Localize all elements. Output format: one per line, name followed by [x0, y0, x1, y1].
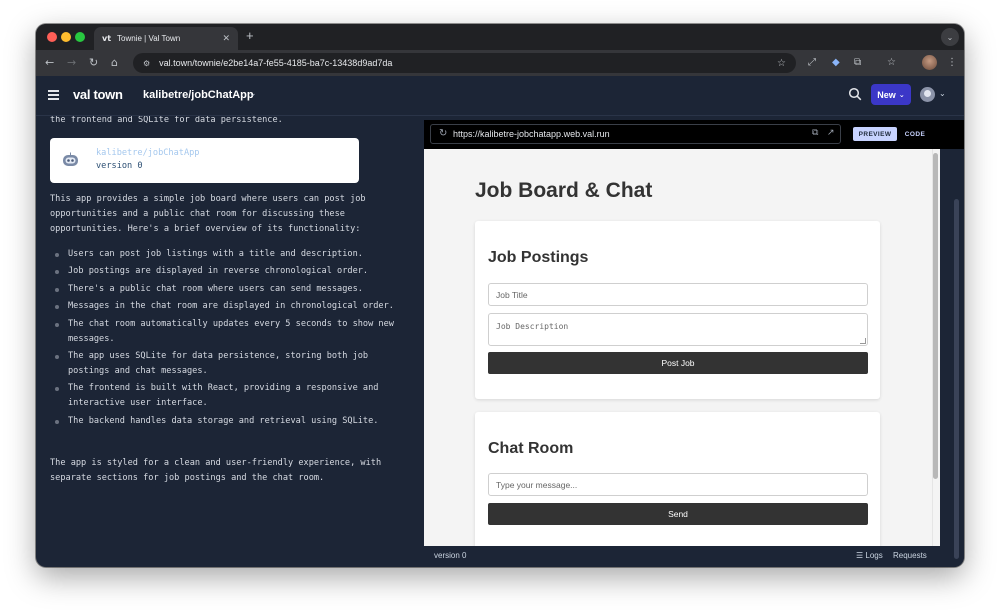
- preview-footer: version 0 ☰ Logs Requests: [424, 546, 964, 567]
- browser-menu-icon[interactable]: ⋮: [947, 56, 957, 70]
- chevron-down-icon[interactable]: ⌄: [249, 89, 257, 99]
- maximize-window-button[interactable]: [75, 32, 85, 42]
- valtown-logo[interactable]: val town: [73, 87, 123, 102]
- back-icon[interactable]: ←: [45, 56, 54, 70]
- list-item: Job postings are displayed in reverse ch…: [50, 264, 395, 279]
- extension-expand-icon[interactable]: ⤢: [808, 56, 816, 70]
- extensions-puzzle-icon[interactable]: ⧉: [854, 56, 861, 70]
- list-item: Messages in the chat room are displayed …: [50, 299, 395, 314]
- townie-chat-panel: the frontend and SQLite for data persist…: [36, 116, 408, 567]
- preview-frame: Job Board & Chat Job Postings Job Title …: [424, 149, 940, 546]
- list-item: Users can post job listings with a title…: [50, 247, 395, 262]
- chat-room-card: Chat Room Type your message... Send: [475, 412, 880, 546]
- job-postings-heading: Job Postings: [488, 249, 589, 266]
- home-icon[interactable]: ⌂: [111, 56, 118, 70]
- external-link-icon[interactable]: ↗: [827, 128, 835, 138]
- project-selector[interactable]: kalibetre/jobChatApp: [143, 89, 254, 101]
- post-job-button[interactable]: Post Job: [488, 352, 868, 374]
- preview-scrollbar-thumb[interactable]: [933, 153, 938, 479]
- close-window-button[interactable]: [47, 32, 57, 42]
- new-button-label: New: [877, 89, 896, 100]
- chat-message-input[interactable]: Type your message...: [488, 473, 868, 496]
- tab-code[interactable]: CODE: [901, 127, 929, 141]
- address-bar[interactable]: ⚙ val.town/townie/e2be14a7-fe55-4185-ba7…: [133, 53, 796, 73]
- browser-profile-avatar[interactable]: [922, 55, 937, 70]
- list-icon: ☰: [856, 551, 864, 560]
- robot-icon: [63, 152, 78, 166]
- bookmarks-icon[interactable]: ☆: [887, 56, 896, 70]
- list-item: There's a public chat room where users c…: [50, 282, 395, 297]
- tab-preview[interactable]: PREVIEW: [853, 127, 897, 141]
- bookmark-star-icon[interactable]: ☆: [777, 58, 786, 69]
- forward-icon[interactable]: →: [67, 56, 76, 70]
- new-button[interactable]: New ⌄: [871, 84, 911, 105]
- copy-icon[interactable]: ⧉: [812, 128, 818, 138]
- chat-outro-paragraph: The app is styled for a clean and user-f…: [50, 458, 382, 483]
- job-description-textarea[interactable]: Job Description: [488, 313, 868, 346]
- favicon-icon: vt: [102, 34, 112, 43]
- reload-icon[interactable]: ↻: [89, 56, 98, 70]
- tab-strip: vt Townie | Val Town ✕ + ⌄: [36, 24, 964, 50]
- extension-shield-icon[interactable]: ◆: [832, 56, 840, 70]
- tab-search-icon[interactable]: ⌄: [941, 28, 959, 46]
- chat-message-text: the frontend and SQLite for data persist…: [50, 116, 283, 125]
- preview-url-bar[interactable]: ↻ https://kalibetre-jobchatapp.web.val.r…: [430, 124, 841, 144]
- minimize-window-button[interactable]: [61, 32, 71, 42]
- logs-label: Logs: [865, 551, 883, 560]
- new-tab-icon[interactable]: +: [246, 29, 254, 43]
- list-item: The app uses SQLite for data persistence…: [50, 349, 395, 379]
- close-tab-icon[interactable]: ✕: [222, 33, 230, 44]
- chevron-down-icon: ⌄: [898, 90, 905, 99]
- feature-list: Users can post job listings with a title…: [50, 247, 395, 431]
- job-postings-card: Job Postings Job Title Job Description P…: [475, 221, 880, 399]
- list-item: The chat room automatically updates ever…: [50, 317, 395, 347]
- list-item: The backend handles data storage and ret…: [50, 414, 395, 429]
- list-item: The frontend is built with React, provid…: [50, 381, 395, 411]
- user-avatar[interactable]: [920, 87, 935, 102]
- resize-handle[interactable]: [860, 338, 866, 344]
- search-icon[interactable]: [848, 87, 862, 101]
- chat-intro-paragraph: This app provides a simple job board whe…: [50, 194, 366, 234]
- tab-title: Townie | Val Town: [117, 34, 181, 43]
- page-scrollbar[interactable]: [954, 199, 959, 559]
- browser-toolbar: ← → ↻ ⌂ ⚙ val.town/townie/e2be14a7-fe55-…: [36, 50, 964, 76]
- page-title: Job Board & Chat: [475, 179, 653, 202]
- address-url[interactable]: val.town/townie/e2be14a7-fe55-4185-ba7c-…: [159, 58, 777, 68]
- app-header: val town kalibetre/jobChatApp ⌄ New ⌄ ⌄: [36, 76, 964, 116]
- reload-icon[interactable]: ↻: [439, 128, 447, 139]
- chevron-down-icon[interactable]: ⌄: [939, 89, 946, 98]
- browser-tab[interactable]: vt Townie | Val Town ✕: [94, 27, 238, 50]
- chat-room-heading: Chat Room: [488, 440, 574, 457]
- site-info-icon[interactable]: ⚙: [143, 59, 150, 68]
- preview-url[interactable]: https://kalibetre-jobchatapp.web.val.run: [453, 129, 610, 139]
- version-card-version: version 0: [96, 161, 143, 171]
- preview-version: version 0: [434, 551, 467, 560]
- preview-toolbar: ↻ https://kalibetre-jobchatapp.web.val.r…: [424, 120, 964, 149]
- requests-link[interactable]: Requests: [893, 551, 927, 560]
- logs-link[interactable]: ☰ Logs: [856, 551, 883, 560]
- send-button[interactable]: Send: [488, 503, 868, 525]
- job-title-input[interactable]: Job Title: [488, 283, 868, 306]
- hamburger-menu-icon[interactable]: [48, 90, 59, 100]
- browser-window: vt Townie | Val Town ✕ + ⌄ ← → ↻ ⌂ ⚙ val…: [36, 24, 964, 567]
- job-description-placeholder: Job Description: [496, 322, 569, 331]
- val-version-card[interactable]: kalibetre/jobChatApp version 0: [50, 138, 359, 183]
